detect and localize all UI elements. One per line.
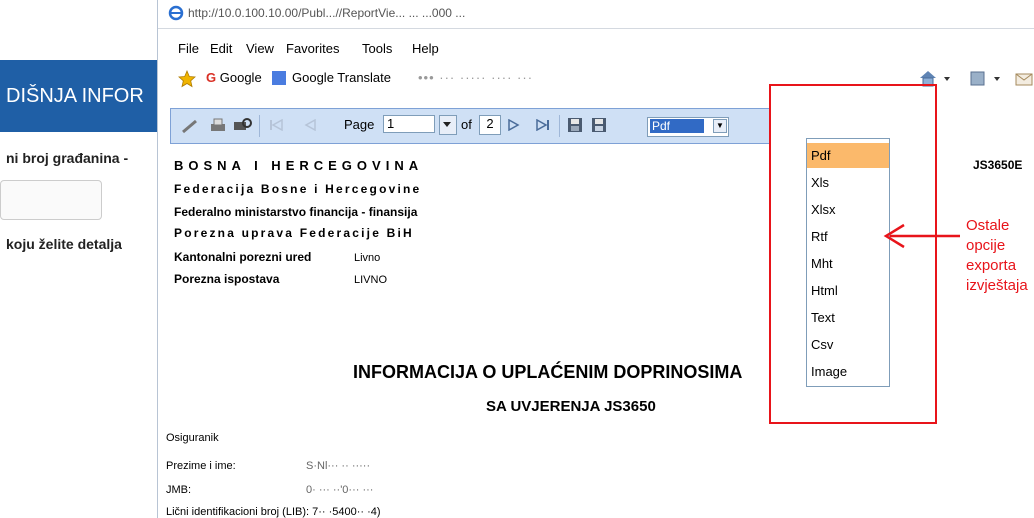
report-federation: Federacija Bosne i Hercegovine: [174, 182, 422, 196]
page-label: Page: [344, 117, 375, 132]
tax-branch-label: Porezna ispostava: [174, 272, 280, 286]
toolbar-divider: [259, 115, 260, 137]
chevron-down-icon: [443, 122, 451, 127]
insured-label: Osiguranik: [166, 432, 219, 444]
total-pages: 2: [479, 115, 501, 135]
menu-file[interactable]: File: [178, 41, 199, 56]
print-preview-icon[interactable]: [233, 116, 253, 134]
menu-bar: File Edit View Favorites Tools Help: [158, 38, 1034, 60]
export-icon[interactable]: [591, 117, 607, 133]
report-country: BOSNA I HERCEGOVINA: [174, 158, 424, 173]
report-tax-administration: Porezna uprava Federacije BiH: [174, 226, 414, 240]
annotation-text: Ostale opcije exporta izvještaja: [966, 216, 1034, 296]
menu-help[interactable]: Help: [412, 41, 439, 56]
of-label: of: [461, 117, 472, 132]
annotation-line-2: exporta izvještaja: [966, 257, 1028, 294]
tax-branch-value: LIVNO: [354, 274, 388, 286]
find-icon[interactable]: [181, 118, 199, 134]
favorites-star-icon[interactable]: [178, 70, 196, 88]
menu-edit[interactable]: Edit: [210, 41, 232, 56]
toolbar-divider: [559, 115, 560, 137]
print-icon[interactable]: [209, 117, 227, 135]
report-code: JS3650E: [973, 158, 1023, 172]
jmb-label: JMB:: [166, 484, 192, 496]
report-subtitle: SA UVJERENJA JS3650: [486, 398, 656, 415]
internet-explorer-icon: [168, 5, 184, 21]
lib-label: Lični identifikacioni broj (LIB): 7·· ·5…: [166, 506, 381, 518]
mail-icon[interactable]: [1014, 69, 1034, 89]
report-toolbar: Page 1 of 2 Pdf ▼: [170, 108, 770, 144]
chevron-down-icon[interactable]: ▼: [713, 119, 727, 133]
first-page-icon[interactable]: [269, 119, 283, 131]
selected-format: Pdf: [650, 119, 704, 133]
menu-favorites[interactable]: Favorites: [286, 41, 339, 56]
next-page-icon[interactable]: [507, 119, 521, 131]
save-icon[interactable]: [567, 117, 583, 133]
page-dropdown-button[interactable]: [439, 115, 457, 135]
export-format-select[interactable]: Pdf ▼: [647, 117, 729, 137]
browser-window: http://10.0.100.10.00/Publ...//ReportVie…: [157, 0, 1034, 518]
annotation-line-1: Ostale opcije: [966, 217, 1010, 254]
annotation-highlight-box: [769, 84, 937, 424]
previous-page-icon[interactable]: [303, 119, 317, 131]
favorite-google[interactable]: G Google: [206, 70, 262, 85]
details-label: koju želite detalja: [6, 236, 122, 252]
last-page-icon[interactable]: [535, 119, 551, 131]
cantonal-office-value: Livno: [354, 252, 381, 264]
jmb-value: 0· ··· ··'0··· ···: [306, 484, 374, 496]
report-title: INFORMACIJA O UPLAĆENIM DOPRINOSIMA: [353, 362, 743, 382]
feeds-icon[interactable]: [968, 69, 1004, 89]
page-number-input[interactable]: 1: [383, 115, 435, 133]
url-text: http://10.0.100.10.00/Publ...//ReportVie…: [188, 6, 466, 20]
name-value: S·Nl··· ·· ·····: [306, 460, 371, 472]
google-icon: G: [206, 70, 217, 85]
menu-tools[interactable]: Tools: [362, 41, 392, 56]
citizen-id-input[interactable]: [0, 180, 102, 220]
name-label: Prezime i ime:: [166, 460, 236, 472]
favorite-redacted[interactable]: ••• ··· ····· ···· ···: [418, 70, 533, 85]
address-bar[interactable]: http://10.0.100.10.00/Publ...//ReportVie…: [158, 0, 1034, 29]
menu-view[interactable]: View: [246, 41, 274, 56]
annotation-arrow-icon: [883, 223, 960, 249]
citizen-id-label: ni broj građanina -: [6, 150, 129, 166]
report-ministry: Federalno ministarstvo financija - finan…: [174, 205, 418, 219]
cantonal-office-label: Kantonalni porezni ured: [174, 250, 312, 264]
google-translate-icon: [272, 71, 286, 85]
favorite-google-translate[interactable]: Google Translate: [292, 70, 391, 85]
page-header-banner: DIŠNJA INFOR: [0, 60, 158, 132]
